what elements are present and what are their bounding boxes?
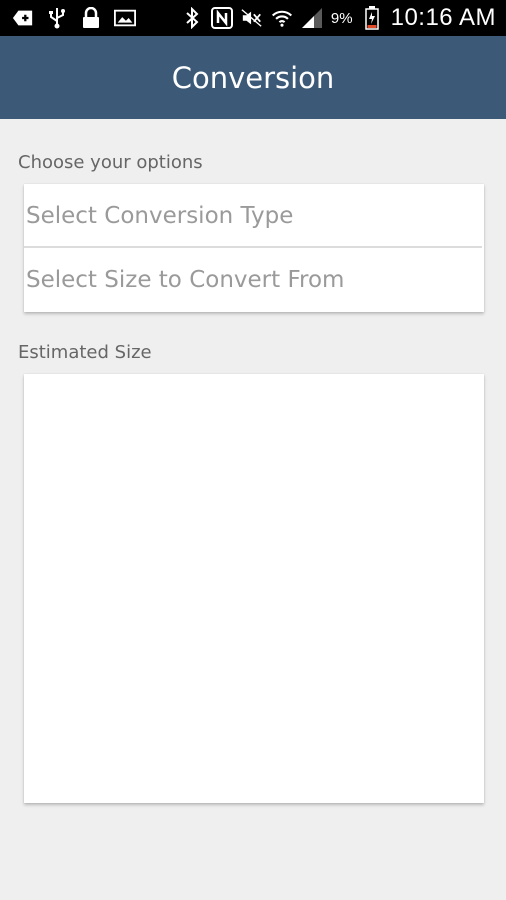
image-icon <box>114 7 136 29</box>
size-from-placeholder: Select Size to Convert From <box>26 266 345 293</box>
page-title: Conversion <box>171 60 335 95</box>
status-bar: 9% 10:16 AM <box>0 0 506 36</box>
usb-icon <box>46 7 68 29</box>
status-bar-left <box>12 6 136 30</box>
conversion-type-placeholder: Select Conversion Type <box>26 202 294 229</box>
size-from-selector[interactable]: Select Size to Convert From <box>24 248 484 311</box>
mute-icon <box>241 7 263 29</box>
lock-icon <box>80 7 102 29</box>
wifi-icon <box>271 7 293 29</box>
battery-icon <box>361 6 383 30</box>
status-time: 10:16 AM <box>390 4 496 31</box>
options-card: Select Conversion Type Select Size to Co… <box>24 184 484 312</box>
options-section-label: Choose your options <box>18 152 203 173</box>
bluetooth-icon <box>181 7 203 29</box>
estimated-size-label: Estimated Size <box>18 342 152 363</box>
add-message-icon <box>12 7 34 29</box>
battery-percent: 9% <box>330 9 353 27</box>
app-bar: Conversion <box>0 36 506 119</box>
estimated-size-panel <box>24 374 484 803</box>
nfc-icon <box>210 7 233 29</box>
conversion-type-selector[interactable]: Select Conversion Type <box>24 184 484 247</box>
signal-icon <box>301 7 323 29</box>
status-bar-right: 9% 10:16 AM <box>181 3 496 33</box>
